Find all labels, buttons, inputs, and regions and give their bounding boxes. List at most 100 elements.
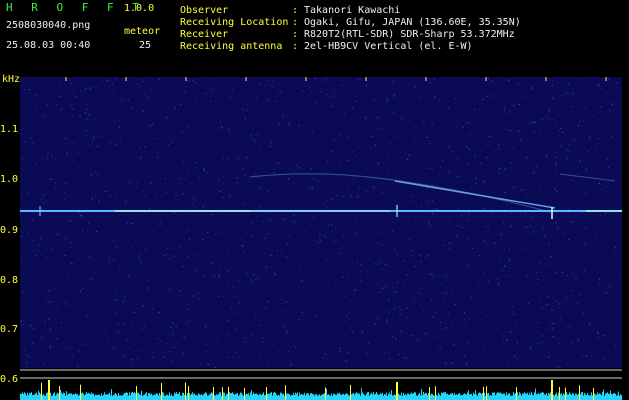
- noise-speck: [309, 117, 311, 119]
- noise-speck: [227, 320, 229, 322]
- noise-speck: [55, 214, 57, 216]
- level-bar: [585, 394, 586, 400]
- noise-speck: [325, 77, 327, 79]
- noise-speck: [235, 352, 237, 354]
- noise-speck: [397, 281, 399, 283]
- noise-speck: [157, 297, 160, 299]
- noise-speck: [30, 137, 32, 139]
- level-bar: [586, 395, 587, 400]
- noise-speck: [415, 219, 417, 221]
- noise-speck: [506, 112, 508, 114]
- level-bar: [59, 386, 60, 400]
- noise-speck: [138, 256, 140, 258]
- level-bar: [129, 392, 130, 400]
- noise-speck: [491, 134, 493, 136]
- noise-speck: [261, 337, 263, 339]
- level-bar: [160, 395, 161, 400]
- noise-speck: [82, 287, 84, 289]
- noise-speck: [72, 160, 75, 162]
- noise-speck: [356, 118, 358, 120]
- level-bar: [273, 392, 274, 400]
- noise-speck: [551, 309, 553, 311]
- noise-speck: [300, 77, 302, 79]
- level-bar: [487, 393, 488, 400]
- noise-speck: [488, 281, 490, 283]
- noise-speck: [442, 292, 444, 294]
- noise-speck: [553, 118, 555, 120]
- noise-speck: [445, 362, 447, 364]
- noise-speck: [258, 198, 261, 200]
- noise-speck: [543, 355, 545, 357]
- noise-speck: [86, 103, 88, 105]
- noise-speck: [328, 365, 330, 367]
- noise-speck: [142, 80, 144, 82]
- y-axis-unit: kHz: [2, 74, 21, 85]
- noise-speck: [158, 78, 160, 80]
- level-bar: [345, 393, 346, 400]
- noise-speck: [77, 152, 79, 154]
- noise-speck: [521, 97, 524, 99]
- level-bar: [93, 393, 94, 400]
- noise-speck: [613, 250, 615, 252]
- noise-speck: [474, 260, 476, 262]
- level-bar: [583, 395, 584, 400]
- level-bar: [481, 393, 482, 400]
- noise-speck: [173, 212, 175, 214]
- level-bar: [317, 395, 318, 400]
- noise-speck: [462, 126, 464, 128]
- noise-speck: [145, 196, 147, 198]
- noise-speck: [190, 183, 192, 185]
- noise-speck: [185, 205, 187, 207]
- level-bar: [617, 394, 618, 400]
- noise-speck: [443, 274, 445, 276]
- noise-speck: [521, 333, 523, 335]
- noise-speck: [65, 138, 67, 140]
- level-bar: [126, 392, 127, 400]
- noise-speck: [611, 103, 613, 106]
- noise-speck: [575, 277, 577, 279]
- level-bar: [98, 394, 99, 400]
- noise-speck: [115, 299, 117, 301]
- noise-speck: [96, 230, 98, 233]
- noise-speck: [454, 304, 456, 306]
- level-bar: [407, 393, 408, 400]
- noise-speck: [198, 177, 200, 179]
- level-bar: [431, 393, 432, 400]
- level-bar: [289, 394, 290, 400]
- noise-speck: [362, 252, 364, 254]
- noise-speck: [94, 193, 97, 195]
- noise-speck: [172, 221, 174, 223]
- noise-speck: [321, 316, 323, 318]
- noise-speck: [20, 268, 22, 270]
- noise-speck: [122, 355, 125, 357]
- noise-speck: [256, 134, 258, 136]
- noise-speck: [339, 106, 341, 108]
- noise-speck: [389, 142, 391, 144]
- noise-speck: [509, 110, 511, 112]
- noise-speck: [306, 242, 308, 244]
- noise-speck: [521, 138, 523, 140]
- level-bar: [192, 392, 193, 400]
- noise-speck: [568, 83, 570, 85]
- noise-speck: [330, 306, 333, 308]
- level-bar: [78, 395, 79, 400]
- noise-speck: [106, 97, 108, 99]
- noise-speck: [330, 260, 332, 262]
- level-bar: [193, 394, 194, 400]
- level-bar: [417, 395, 418, 400]
- info-colon: :: [292, 29, 299, 40]
- noise-speck: [403, 345, 405, 347]
- noise-speck: [43, 272, 45, 274]
- noise-speck: [558, 344, 560, 346]
- noise-speck: [315, 101, 318, 104]
- level-bar: [125, 392, 126, 400]
- level-bar: [571, 395, 572, 400]
- noise-speck: [113, 221, 115, 223]
- level-bar: [256, 393, 257, 400]
- noise-speck: [20, 344, 22, 347]
- level-bar: [73, 394, 74, 400]
- noise-speck: [456, 200, 458, 202]
- level-bar: [332, 396, 333, 400]
- noise-speck: [421, 287, 423, 289]
- level-bar: [218, 394, 219, 400]
